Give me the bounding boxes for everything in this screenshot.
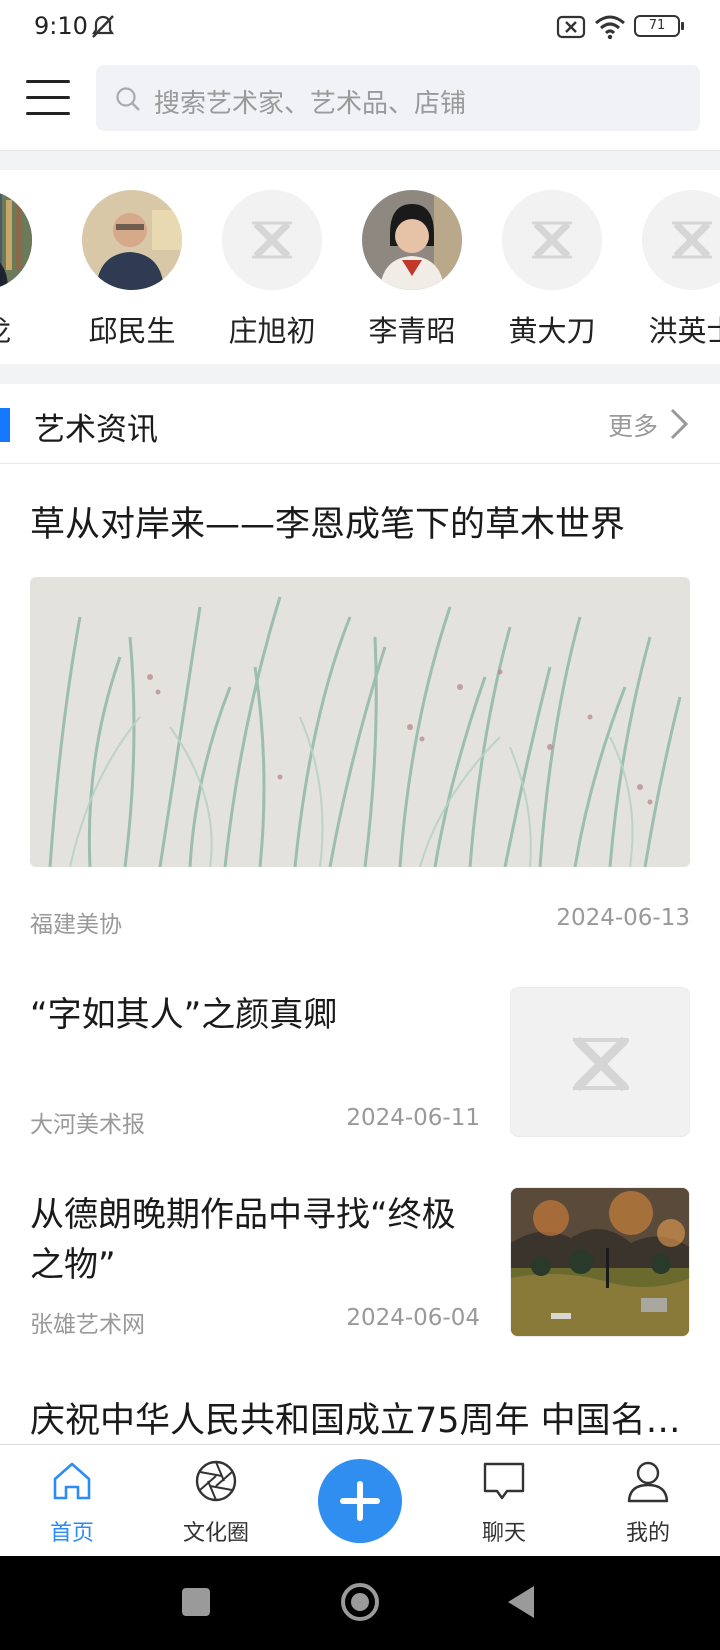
section-accent-bar xyxy=(0,408,10,442)
artist-name: 鸮龙 xyxy=(0,308,52,350)
nav-label-mine: 我的 xyxy=(625,1521,670,1546)
placeholder-logo-icon xyxy=(502,190,602,290)
news-title[interactable]: “字如其人”之颜真卿 xyxy=(30,990,480,1040)
status-bar: 9:10 71 xyxy=(0,0,720,54)
avatar xyxy=(362,190,462,290)
status-time: 9:10 xyxy=(34,12,88,40)
news-date: 2024-06-13 xyxy=(556,905,690,931)
artist-item[interactable]: 洪英士 xyxy=(632,190,720,350)
artist-item[interactable]: 李青昭 xyxy=(352,190,472,350)
home-icon xyxy=(53,1462,91,1500)
news-source: 张雄艺术网 xyxy=(30,1312,145,1338)
back-button[interactable] xyxy=(508,1586,534,1618)
artist-name: 李青昭 xyxy=(368,314,456,348)
chevron-right-icon xyxy=(670,408,689,440)
artist-carousel[interactable]: 鸮龙 邱民生 庄旭初 xyxy=(0,170,720,364)
artist-name: 洪英士 xyxy=(648,314,720,348)
bell-off-icon xyxy=(91,15,115,38)
nav-label-culture: 文化圈 xyxy=(182,1521,249,1546)
nav-culture[interactable]: 文化圈 xyxy=(156,1445,276,1557)
news-title[interactable]: 庆祝中华人民共和国成立75周年 中国名家作品展 xyxy=(30,1392,690,1443)
nav-label-home: 首页 xyxy=(49,1521,94,1546)
more-label: 更多 xyxy=(607,412,658,441)
news-section-header: 艺术资讯 更多 xyxy=(0,384,720,464)
aperture-icon xyxy=(195,1460,237,1502)
placeholder-logo-icon xyxy=(222,190,322,290)
more-link[interactable]: 更多 xyxy=(582,404,692,444)
header: 搜索艺术家、艺术品、店铺 xyxy=(0,54,720,150)
artist-item[interactable]: 庄旭初 xyxy=(212,190,332,350)
news-date: 2024-06-11 xyxy=(346,1105,480,1131)
artist-name: 邱民生 xyxy=(88,314,176,348)
search-input[interactable]: 搜索艺术家、艺术品、店铺 xyxy=(96,65,700,131)
home-button[interactable] xyxy=(341,1583,379,1621)
placeholder-logo-icon xyxy=(511,988,689,1136)
battery-indicator: 71 xyxy=(634,15,684,37)
avatar xyxy=(642,190,720,290)
chat-bubble-icon xyxy=(483,1462,525,1500)
divider xyxy=(0,150,720,170)
artist-item[interactable]: 邱民生 xyxy=(72,190,192,350)
nav-label-chat: 聊天 xyxy=(481,1521,526,1546)
artist-item[interactable]: 鸮龙 xyxy=(0,190,42,350)
menu-icon[interactable] xyxy=(26,80,70,116)
avatar xyxy=(222,190,322,290)
bottom-nav: 首页 文化圈 聊天 我的 xyxy=(0,1444,720,1556)
recents-button[interactable] xyxy=(182,1588,210,1616)
wifi-icon xyxy=(595,15,625,40)
nav-chat[interactable]: 聊天 xyxy=(444,1445,564,1557)
news-source: 福建美协 xyxy=(30,912,122,938)
artist-item[interactable]: 黄大刀 xyxy=(492,190,612,350)
battery-level: 71 xyxy=(648,18,666,33)
nav-profile[interactable]: 我的 xyxy=(588,1445,708,1557)
artist-name: 黄大刀 xyxy=(508,314,596,348)
news-source: 大河美术报 xyxy=(30,1112,145,1138)
search-icon xyxy=(116,87,140,111)
no-sim-icon xyxy=(556,15,586,39)
news-date: 2024-06-04 xyxy=(346,1305,480,1331)
news-thumbnail[interactable] xyxy=(510,987,690,1137)
avatar xyxy=(82,190,182,290)
search-placeholder: 搜索艺术家、艺术品、店铺 xyxy=(154,89,467,119)
system-nav-bar xyxy=(0,1556,720,1650)
avatar xyxy=(502,190,602,290)
news-feature-image[interactable] xyxy=(30,577,690,867)
placeholder-logo-icon xyxy=(642,190,720,290)
add-button[interactable] xyxy=(318,1459,402,1543)
nav-home[interactable]: 首页 xyxy=(12,1445,132,1557)
news-thumbnail[interactable] xyxy=(510,1187,690,1337)
artist-name: 庄旭初 xyxy=(228,314,316,348)
user-icon xyxy=(627,1461,669,1503)
divider xyxy=(0,364,720,384)
avatar xyxy=(0,190,32,290)
section-title: 艺术资讯 xyxy=(34,412,158,448)
news-title[interactable]: 从德朗晚期作品中寻找“终极之物” xyxy=(30,1190,480,1290)
news-headline[interactable]: 草从对岸来——李恩成笔下的草木世界 xyxy=(30,496,625,547)
